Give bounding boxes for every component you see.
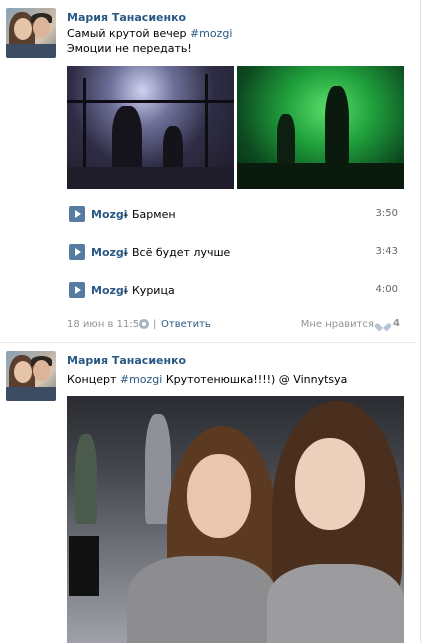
audio-track[interactable]: Mozgi – Всё будет лучше 3:43 [67, 242, 402, 262]
avatar[interactable] [6, 8, 56, 58]
like-count[interactable]: 4 [393, 318, 400, 329]
avatar[interactable] [6, 351, 56, 401]
track-duration: 3:50 [375, 208, 398, 219]
audio-track[interactable]: Mozgi – Курица 4:00 [67, 280, 402, 300]
post-text: Концерт #mozgi Крутотенюшка!!!!) @ Vinny… [67, 372, 347, 387]
post-text: Самый крутой вечер #mozgi Эмоции не пере… [67, 26, 232, 56]
reply-link[interactable]: Ответить [161, 319, 211, 330]
track-title: – Всё будет лучше [123, 246, 231, 259]
post-date[interactable]: 18 июн в 11:55 [67, 319, 145, 330]
post-photo[interactable] [237, 66, 404, 189]
like-label[interactable]: Мне нравится [301, 319, 374, 330]
post-text-line2: Эмоции не передать! [67, 42, 192, 55]
scrollbar[interactable] [420, 0, 421, 643]
play-icon[interactable] [69, 244, 85, 260]
hashtag-link[interactable]: #mozgi [120, 373, 162, 386]
post-photo[interactable] [67, 396, 404, 643]
play-icon[interactable] [69, 206, 85, 222]
play-icon[interactable] [69, 282, 85, 298]
track-title: – Курица [123, 284, 175, 297]
track-duration: 4:00 [375, 284, 398, 295]
audio-track[interactable]: Mozgi – Бармен 3:50 [67, 204, 402, 224]
post-meta: 18 июн в 11:55 | Ответить Мне нравится 4 [67, 318, 402, 332]
post-author[interactable]: Мария Танасиенко [67, 11, 186, 24]
post-author[interactable]: Мария Танасиенко [67, 354, 186, 367]
post-text-prefix: Концерт [67, 373, 120, 386]
post-photo[interactable] [67, 66, 234, 189]
meta-separator: | [153, 319, 157, 330]
track-title: – Бармен [123, 208, 176, 221]
post-text-prefix: Самый крутой вечер [67, 27, 190, 40]
track-duration: 3:43 [375, 246, 398, 257]
wall-post: Мария Танасиенко Самый крутой вечер #moz… [0, 0, 415, 342]
gear-icon[interactable] [139, 319, 149, 329]
heart-icon[interactable] [378, 320, 388, 329]
hashtag-link[interactable]: #mozgi [190, 27, 232, 40]
post-text-suffix: Крутотенюшка!!!!) @ Vinnytsya [162, 373, 348, 386]
